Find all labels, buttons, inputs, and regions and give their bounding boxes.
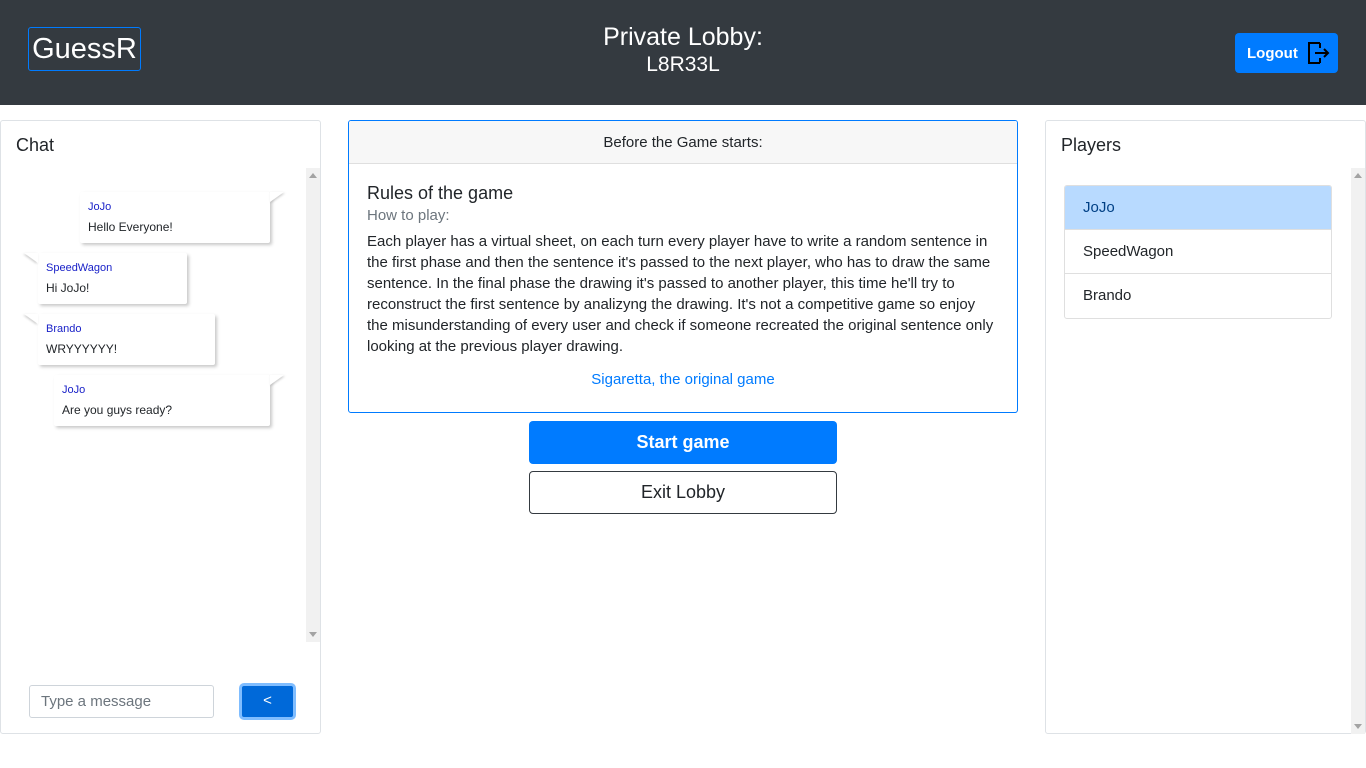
bubble-tail xyxy=(24,314,38,324)
top-navbar: GuessR Private Lobby: L8R33L Logout xyxy=(0,0,1366,105)
logout-icon xyxy=(1307,42,1330,64)
message-text: Are you guys ready? xyxy=(62,403,173,417)
message-author: Brando xyxy=(46,323,82,335)
player-item[interactable]: Brando xyxy=(1065,274,1331,318)
message-author: JoJo xyxy=(62,384,86,396)
chat-message: JoJo Are you guys ready? xyxy=(54,375,284,426)
players-title: Players xyxy=(1061,135,1122,155)
player-item[interactable]: SpeedWagon xyxy=(1065,230,1331,274)
player-item[interactable]: JoJo xyxy=(1065,186,1331,230)
rules-card-header: Before the Game starts: xyxy=(349,121,1017,164)
rules-subtitle: How to play: xyxy=(367,207,450,224)
chat-messages[interactable]: JoJo Hello Everyone! SpeedWagon Hi JoJo!… xyxy=(16,168,320,642)
logout-button[interactable]: Logout xyxy=(1235,33,1338,73)
player-list: JoJo SpeedWagon Brando xyxy=(1064,185,1332,319)
lobby-title: Private Lobby: xyxy=(603,23,763,51)
scroll-down-arrow[interactable] xyxy=(309,632,317,637)
message-text: Hi JoJo! xyxy=(46,281,90,295)
message-author: SpeedWagon xyxy=(46,262,113,274)
lobby-code: L8R33L xyxy=(646,53,720,76)
rules-card-body: Rules of the game How to play: Each play… xyxy=(349,164,1017,388)
rules-title: Rules of the game xyxy=(367,183,514,203)
chat-message: Brando WRYYYYYY! xyxy=(24,314,215,365)
players-scrollbar[interactable] xyxy=(1351,168,1365,734)
brand-logo[interactable]: GuessR xyxy=(28,27,141,71)
scroll-down-arrow[interactable] xyxy=(1354,724,1362,729)
start-game-button[interactable]: Start game xyxy=(529,421,837,464)
bubble-tail xyxy=(24,253,38,263)
logout-label: Logout xyxy=(1247,44,1298,62)
chat-message: JoJo Hello Everyone! xyxy=(80,192,284,243)
send-message-button[interactable]: < xyxy=(240,684,295,719)
scroll-up-arrow[interactable] xyxy=(309,173,317,178)
chat-scrollbar[interactable] xyxy=(306,168,320,642)
players-panel: Players JoJo SpeedWagon Brando xyxy=(1045,120,1366,734)
exit-lobby-button[interactable]: Exit Lobby xyxy=(529,471,837,514)
bubble-tail xyxy=(270,192,284,202)
chat-message: SpeedWagon Hi JoJo! xyxy=(24,253,187,304)
message-text: WRYYYYYY! xyxy=(46,342,118,356)
chat-message-input[interactable] xyxy=(29,685,214,718)
scroll-up-arrow[interactable] xyxy=(1354,173,1362,178)
rules-card: Before the Game starts: Rules of the gam… xyxy=(348,120,1018,413)
message-text: Hello Everyone! xyxy=(88,220,173,234)
chat-title: Chat xyxy=(16,135,55,155)
original-game-link[interactable]: Sigaretta, the original game xyxy=(367,371,999,388)
chat-panel: Chat JoJo Hello Everyone! SpeedWagon Hi … xyxy=(0,120,321,734)
bubble-tail xyxy=(270,375,284,385)
rules-text: Each player has a virtual sheet, on each… xyxy=(367,233,994,355)
message-author: JoJo xyxy=(88,201,112,213)
